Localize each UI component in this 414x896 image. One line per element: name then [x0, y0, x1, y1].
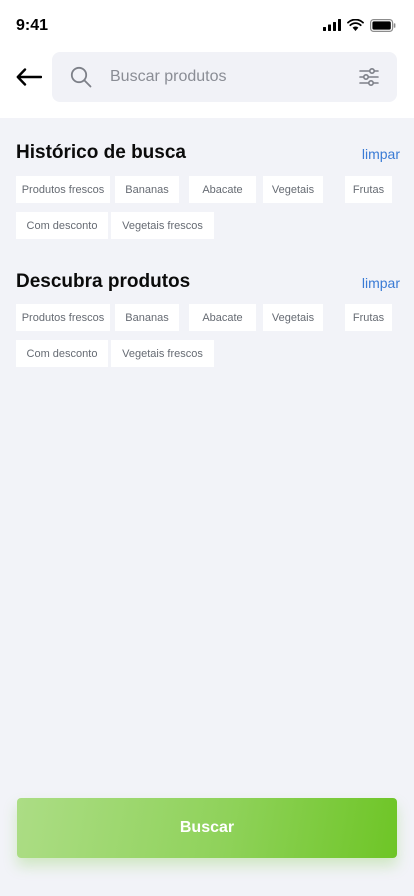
status-icons — [323, 17, 396, 33]
back-button[interactable] — [14, 62, 44, 92]
discover-chip[interactable]: Bananas — [115, 304, 179, 331]
wifi-icon — [347, 19, 364, 31]
history-clear-link[interactable]: limpar — [362, 146, 400, 162]
discover-chip[interactable]: Com desconto — [16, 340, 108, 367]
discover-title: Descubra produtos — [16, 271, 191, 292]
arrow-left-icon — [16, 68, 42, 86]
signal-icon — [323, 19, 341, 31]
history-chip[interactable]: Vegetais frescos — [111, 212, 214, 239]
history-chip[interactable]: Produtos frescos — [16, 176, 110, 203]
discover-chip[interactable]: Vegetais frescos — [111, 340, 214, 367]
search-input[interactable] — [110, 52, 340, 102]
history-chip[interactable]: Frutas — [345, 176, 392, 203]
filter-icon[interactable] — [359, 67, 379, 87]
history-chip[interactable]: Com desconto — [16, 212, 108, 239]
discover-chip[interactable]: Vegetais — [263, 304, 323, 331]
discover-chip[interactable]: Frutas — [345, 304, 392, 331]
history-chip[interactable]: Abacate — [189, 176, 256, 203]
battery-icon — [370, 18, 396, 32]
discover-chip[interactable]: Produtos frescos — [16, 304, 110, 331]
discover-clear-link[interactable]: limpar — [362, 275, 400, 291]
history-title: Histórico de busca — [16, 142, 186, 163]
history-chip[interactable]: Bananas — [115, 176, 179, 203]
discover-chip[interactable]: Abacate — [189, 304, 256, 331]
search-bar — [52, 52, 397, 102]
history-chip[interactable]: Vegetais — [263, 176, 323, 203]
search-submit-button[interactable]: Buscar — [17, 798, 397, 858]
top-bar: 9:41 — [0, 0, 414, 118]
status-time: 9:41 — [16, 17, 49, 34]
search-icon — [70, 66, 92, 88]
